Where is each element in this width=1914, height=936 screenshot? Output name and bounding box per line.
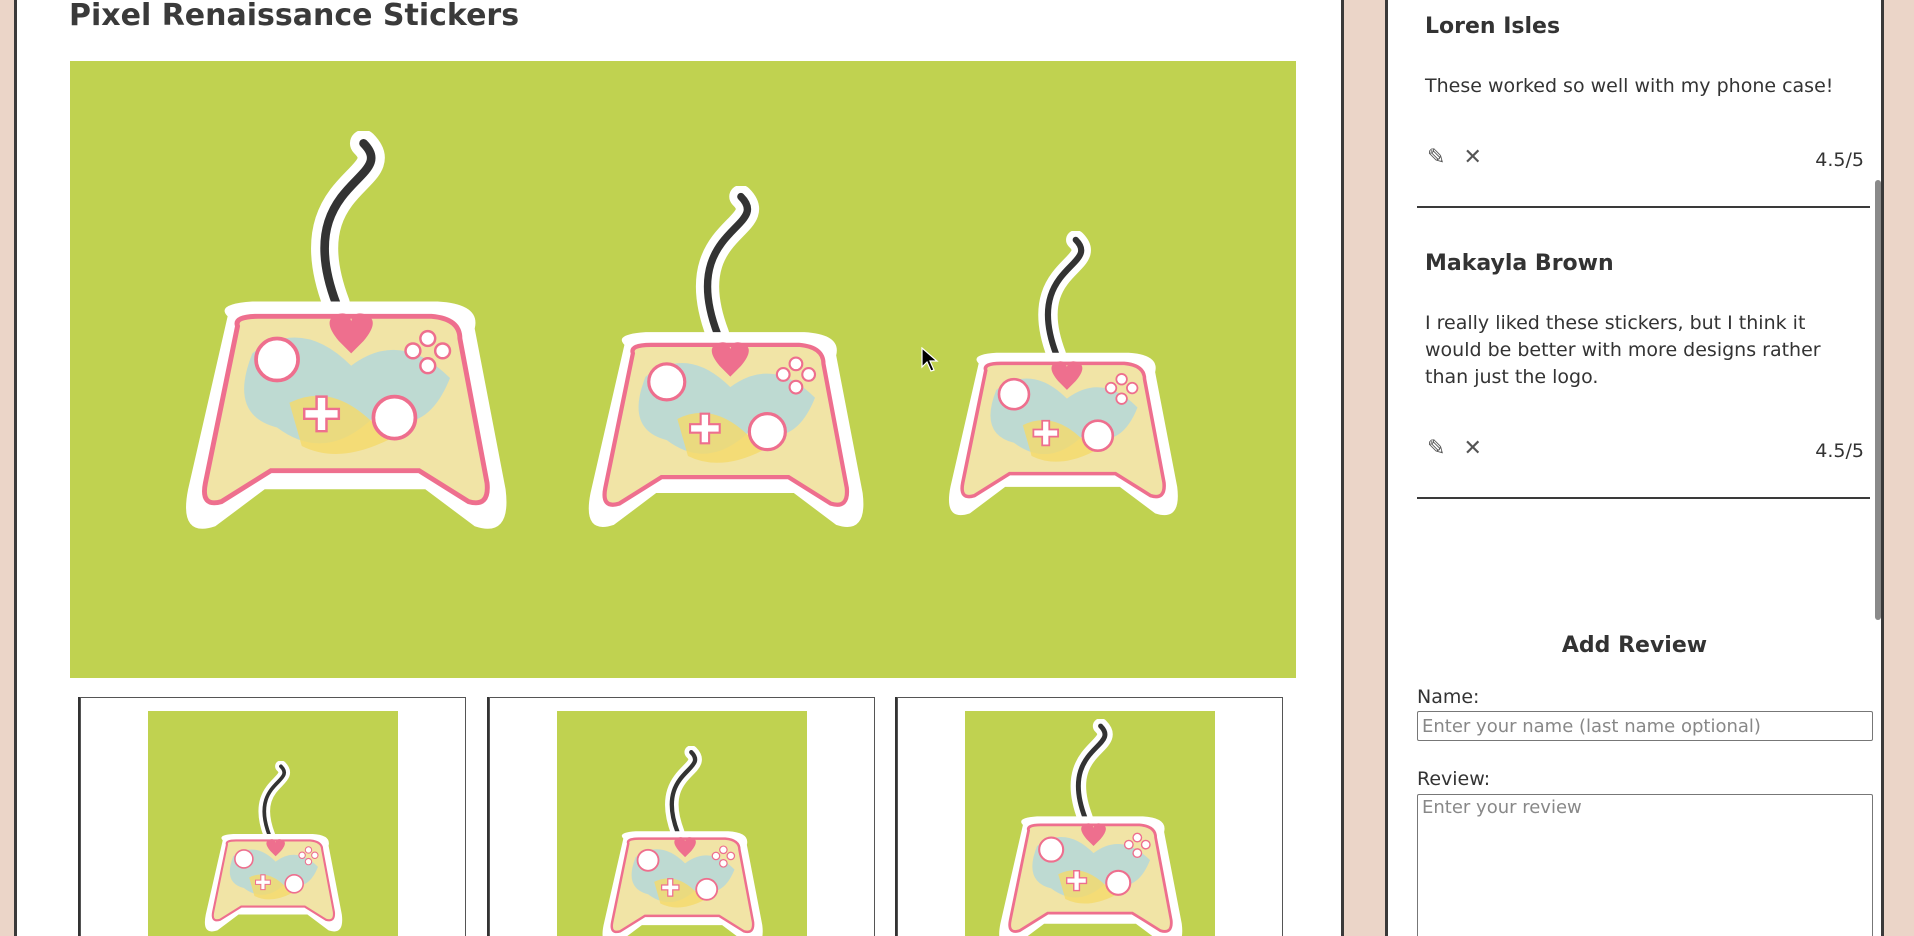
review-actions: ✎ ✕ xyxy=(1427,145,1482,170)
reviews-panel: Loren Isles These worked so well with my… xyxy=(1385,0,1884,936)
review-text: I really liked these stickers, but I thi… xyxy=(1425,312,1821,388)
review-label: Review: xyxy=(1417,768,1491,790)
add-review-title: Add Review xyxy=(1561,633,1708,658)
product-panel: Pixel Renaissance Stickers xyxy=(14,0,1344,936)
edit-icon[interactable]: ✎ xyxy=(1427,145,1445,170)
thumbnail-3[interactable] xyxy=(897,697,1283,936)
review-rating: 4.5/5 xyxy=(1815,440,1864,462)
thumbnail-2[interactable] xyxy=(489,697,875,936)
close-icon[interactable]: ✕ xyxy=(1463,436,1481,461)
name-input[interactable] xyxy=(1417,711,1873,741)
controller-sticker-medium xyxy=(570,186,880,546)
thumbnail-1[interactable] xyxy=(80,697,466,936)
thumbnail-image xyxy=(148,711,398,936)
review-item: Loren Isles These worked so well with my… xyxy=(1417,0,1870,208)
edit-icon[interactable]: ✎ xyxy=(1427,436,1445,461)
mouse-cursor-icon xyxy=(921,347,939,372)
review-rating: 4.5/5 xyxy=(1815,149,1864,171)
name-label: Name: xyxy=(1417,686,1480,708)
review-actions: ✎ ✕ xyxy=(1427,436,1482,461)
review-item: Makayla Brown I really liked these stick… xyxy=(1417,208,1870,499)
review-author: Makayla Brown xyxy=(1425,251,1614,276)
thumbnail-image xyxy=(965,711,1215,936)
review-author: Loren Isles xyxy=(1425,14,1561,39)
review-text: These worked so well with my phone case! xyxy=(1425,75,1834,97)
close-icon[interactable]: ✕ xyxy=(1463,145,1481,170)
review-textarea[interactable] xyxy=(1417,794,1873,936)
scrollbar[interactable] xyxy=(1875,180,1881,620)
product-main-image[interactable] xyxy=(70,61,1296,678)
controller-sticker-small xyxy=(935,231,1190,531)
thumbnail-image xyxy=(557,711,807,936)
controller-sticker-large xyxy=(165,131,525,551)
product-title: Pixel Renaissance Stickers xyxy=(69,0,520,33)
